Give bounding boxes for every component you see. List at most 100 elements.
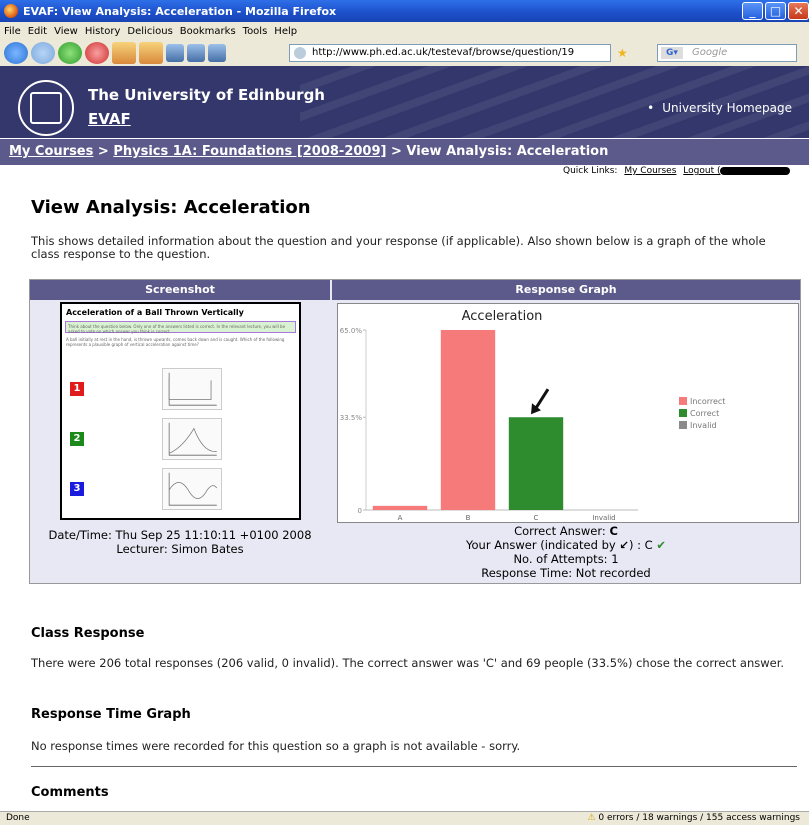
screenshot-note: Think about the question below. Only one… <box>65 321 296 334</box>
your-answer-label: Your Answer (indicated by <box>466 538 616 552</box>
status-right[interactable]: 0 errors / 18 warnings / 155 access warn… <box>598 813 800 823</box>
menu-bar: File Edit View History Delicious Bookmar… <box>0 22 809 40</box>
correct-answer-label: Correct Answer: <box>514 524 606 538</box>
bar-c <box>508 417 564 510</box>
window-titlebar: EVAF: View Analysis: Acceleration - Mozi… <box>0 0 809 22</box>
search-input[interactable]: G▾ Google <box>657 44 797 62</box>
analysis-table: Screenshot Response Graph Acceleration o… <box>29 279 801 584</box>
option-1-graph <box>162 368 222 410</box>
maximize-button[interactable]: □ <box>765 2 786 20</box>
close-button[interactable]: ✕ <box>788 2 809 20</box>
breadcrumb-current: View Analysis: Acceleration <box>406 144 609 159</box>
class-response-text: There were 206 total responses (206 vali… <box>31 656 785 670</box>
menu-help[interactable]: Help <box>274 26 297 37</box>
legend-swatch-invalid <box>679 421 687 429</box>
app-name-link[interactable]: EVAF <box>88 110 131 128</box>
screenshot-question: A ball initially at rest in the hand, is… <box>66 337 285 347</box>
comments-title: Comments <box>31 785 109 800</box>
back-icon[interactable] <box>4 42 28 64</box>
university-crest-icon <box>18 80 74 136</box>
quick-link-logout[interactable]: Logout ( <box>683 166 720 176</box>
breadcrumb: My Courses > Physics 1A: Foundations [20… <box>0 139 809 165</box>
toolbar-icon-c[interactable] <box>208 44 226 62</box>
menu-tools[interactable]: Tools <box>243 26 268 37</box>
menu-file[interactable]: File <box>4 26 21 37</box>
breadcrumb-course[interactable]: Physics 1A: Foundations [2008-2009] <box>113 144 386 159</box>
site-icon <box>294 47 306 59</box>
search-engine-icon[interactable]: G▾ <box>661 47 683 59</box>
legend-swatch-correct <box>679 409 687 417</box>
screenshot-title: Acceleration of a Ball Thrown Vertically <box>66 308 244 317</box>
attempts: No. of Attempts: 1 <box>513 552 619 566</box>
correct-answer-value: C <box>609 524 618 538</box>
lecturer: Lecturer: Simon Bates <box>116 542 244 556</box>
response-graph: Acceleration 0 33.5% 65.0% A B C Invalid Incorre… <box>337 303 799 523</box>
page-title: View Analysis: Acceleration <box>31 197 311 218</box>
url-bar[interactable]: http://www.ph.ed.ac.uk/testevaf/browse/q… <box>289 44 611 62</box>
bar-a <box>372 505 428 510</box>
response-chart: Acceleration 0 33.5% 65.0% A B C Invalid Incorre… <box>340 309 726 522</box>
bookmark-add-icon[interactable] <box>139 42 163 64</box>
quick-links-label: Quick Links: <box>563 166 618 176</box>
toolbar-icon-a[interactable] <box>166 44 184 62</box>
firefox-icon <box>4 4 18 18</box>
x-tick-label: A <box>398 514 403 522</box>
university-name: The University of Edinburgh <box>88 86 325 104</box>
option-1-badge: 1 <box>70 382 84 396</box>
legend-label-incorrect: Incorrect <box>690 397 725 406</box>
menu-delicious[interactable]: Delicious <box>127 26 172 37</box>
bar-b <box>440 330 496 510</box>
option-2-badge: 2 <box>70 432 84 446</box>
window-controls: _ □ ✕ <box>740 2 809 20</box>
arrow-marker-icon: ↙ <box>619 538 629 552</box>
breadcrumb-separator: > <box>391 144 407 159</box>
your-answer-value: ) : C <box>629 538 653 552</box>
quick-link-my-courses[interactable]: My Courses <box>624 166 676 176</box>
warning-icon: ⚠ <box>587 813 596 823</box>
minimize-button[interactable]: _ <box>742 2 763 20</box>
home-icon[interactable] <box>112 42 136 64</box>
option-3-badge: 3 <box>70 482 84 496</box>
y-tick-label: 0 <box>358 507 362 515</box>
status-bar: Done ⚠ 0 errors / 18 warnings / 155 acce… <box>0 811 809 825</box>
menu-edit[interactable]: Edit <box>28 26 47 37</box>
search-placeholder: Google <box>692 47 728 58</box>
option-2-graph <box>162 418 222 460</box>
x-tick-label: Invalid <box>592 514 615 522</box>
menu-history[interactable]: History <box>85 26 121 37</box>
status-left: Done <box>6 813 30 823</box>
breadcrumb-separator: > <box>97 144 114 159</box>
answer-meta: Correct Answer: C Your Answer (indicated… <box>332 524 800 580</box>
quick-links: Quick Links: My Courses Logout ( <box>563 166 791 176</box>
question-screenshot: Acceleration of a Ball Thrown Vertically… <box>60 302 301 520</box>
status-right-group: ⚠ 0 errors / 18 warnings / 155 access wa… <box>587 812 800 825</box>
header-response-graph: Response Graph <box>332 280 800 300</box>
screenshot-meta: Date/Time: Thu Sep 25 11:10:11 +0100 200… <box>30 528 330 556</box>
page-intro: This shows detailed information about th… <box>31 234 766 261</box>
legend-label-invalid: Invalid <box>690 421 717 430</box>
your-answer-line: Your Answer (indicated by ↙) : C ✔ <box>332 538 800 552</box>
menu-bookmarks[interactable]: Bookmarks <box>180 26 236 37</box>
bookmark-star-icon[interactable]: ★ <box>617 46 628 60</box>
divider <box>31 766 797 767</box>
correct-answer-line: Correct Answer: C <box>332 524 800 538</box>
x-tick-label: B <box>466 514 471 522</box>
header-screenshot: Screenshot <box>30 280 330 300</box>
response-time-title: Response Time Graph <box>31 707 191 722</box>
legend-swatch-incorrect <box>679 397 687 405</box>
option-3-graph <box>162 468 222 510</box>
url-text: http://www.ph.ed.ac.uk/testevaf/browse/q… <box>312 47 575 58</box>
university-homepage-link[interactable]: University Homepage <box>647 101 792 115</box>
response-time-text: No response times were recorded for this… <box>31 739 521 753</box>
forward-icon[interactable] <box>31 42 55 64</box>
stop-icon[interactable] <box>85 42 109 64</box>
toolbar-icon-b[interactable] <box>187 44 205 62</box>
breadcrumb-my-courses[interactable]: My Courses <box>9 144 93 159</box>
x-tick-label: C <box>534 514 539 522</box>
check-icon: ✔ <box>656 538 666 552</box>
y-tick-label: 33.5% <box>340 414 363 422</box>
y-tick-label: 65.0% <box>340 327 363 335</box>
menu-view[interactable]: View <box>54 26 78 37</box>
reload-icon[interactable] <box>58 42 82 64</box>
response-time: Response Time: Not recorded <box>481 566 651 580</box>
